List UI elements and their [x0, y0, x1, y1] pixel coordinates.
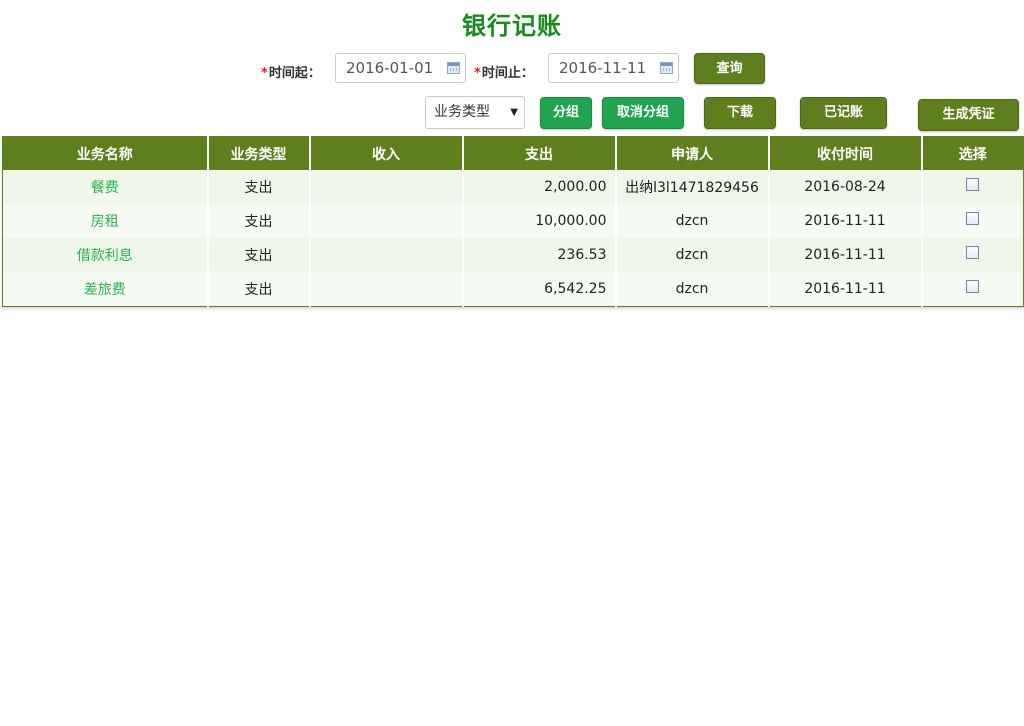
- download-button[interactable]: 下载: [704, 97, 776, 129]
- column-header-applicant: 申请人: [615, 136, 770, 170]
- applicant-cell: dzcn: [615, 272, 770, 307]
- end-date-label: *时间止：: [474, 62, 534, 81]
- start-date-label-text: 时间起：: [268, 66, 321, 81]
- generate-voucher-button[interactable]: 生成凭证: [918, 99, 1019, 131]
- date-cell: 2016-11-11: [768, 204, 923, 238]
- ledger-table: 业务名称 业务类型 收入 支出 申请人 收付时间 选择 餐费 支出 2,000.…: [2, 136, 1024, 307]
- business-type-select-value: 业务类型: [434, 104, 490, 120]
- income-cell: [309, 272, 464, 307]
- query-button[interactable]: 查询: [694, 53, 765, 84]
- business-type-select[interactable]: 业务类型 ▼: [425, 96, 525, 129]
- income-cell: [309, 204, 464, 238]
- end-date-label-text: 时间止：: [481, 66, 534, 81]
- dropdown-arrow-icon: ▼: [510, 107, 518, 118]
- expense-cell: 6,542.25: [462, 272, 617, 307]
- date-cell: 2016-08-24: [768, 170, 923, 204]
- business-type-cell: 支出: [207, 170, 311, 204]
- date-cell: 2016-11-11: [768, 238, 923, 272]
- business-name-link[interactable]: 房租: [2, 204, 209, 238]
- applicant-cell: dzcn: [615, 204, 770, 238]
- expense-cell: 2,000.00: [462, 170, 617, 204]
- table-header-row: 业务名称 业务类型 收入 支出 申请人 收付时间 选择: [2, 136, 1024, 170]
- applicant-cell: dzcn: [615, 238, 770, 272]
- expense-cell: 10,000.00: [462, 204, 617, 238]
- column-header-type: 业务类型: [207, 136, 311, 170]
- calendar-icon[interactable]: [447, 62, 460, 74]
- end-date-value: 2016-11-11: [559, 59, 647, 77]
- column-header-select: 选择: [921, 136, 1024, 170]
- business-name-link[interactable]: 差旅费: [2, 272, 209, 307]
- select-cell: [921, 204, 1024, 238]
- start-date-label: *时间起：: [261, 62, 321, 81]
- income-cell: [309, 170, 464, 204]
- expense-cell: 236.53: [462, 238, 617, 272]
- group-button[interactable]: 分组: [540, 97, 592, 129]
- required-mark: *: [261, 66, 268, 81]
- calendar-icon[interactable]: [660, 62, 673, 74]
- table-row: 房租 支出 10,000.00 dzcn 2016-11-11: [2, 204, 1024, 238]
- business-type-cell: 支出: [207, 272, 311, 307]
- row-select-checkbox[interactable]: [966, 279, 980, 293]
- date-filter-row: *时间起： 2016-01-01 *时间止： 2016-11-11 查询: [0, 53, 1024, 85]
- applicant-cell: 出纳l3l1471829456: [615, 170, 770, 204]
- row-select-checkbox[interactable]: [966, 177, 980, 191]
- column-header-name: 业务名称: [2, 136, 209, 170]
- column-header-income: 收入: [309, 136, 464, 170]
- table-row: 借款利息 支出 236.53 dzcn 2016-11-11: [2, 238, 1024, 272]
- row-select-checkbox[interactable]: [966, 211, 980, 225]
- business-type-cell: 支出: [207, 204, 311, 238]
- page-title: 银行记账: [462, 12, 562, 40]
- business-name-link[interactable]: 借款利息: [2, 238, 209, 272]
- business-name-link[interactable]: 餐费: [2, 170, 209, 204]
- ungroup-button[interactable]: 取消分组: [602, 97, 684, 129]
- date-cell: 2016-11-11: [768, 272, 923, 307]
- required-mark: *: [474, 66, 481, 81]
- row-select-checkbox[interactable]: [966, 245, 980, 259]
- table-row: 差旅费 支出 6,542.25 dzcn 2016-11-11: [2, 272, 1024, 307]
- end-date-input[interactable]: 2016-11-11: [548, 53, 679, 83]
- select-cell: [921, 272, 1024, 307]
- business-type-cell: 支出: [207, 238, 311, 272]
- column-header-date: 收付时间: [768, 136, 923, 170]
- start-date-input[interactable]: 2016-01-01: [335, 53, 466, 83]
- table-row: 餐费 支出 2,000.00 出纳l3l1471829456 2016-08-2…: [2, 170, 1024, 204]
- page: 银行记账 *时间起： 2016-01-01 *时间止： 2016-11-11 查…: [0, 0, 1024, 726]
- recorded-button[interactable]: 已记账: [800, 97, 887, 129]
- start-date-value: 2016-01-01: [346, 59, 434, 77]
- select-cell: [921, 238, 1024, 272]
- select-cell: [921, 170, 1024, 204]
- income-cell: [309, 238, 464, 272]
- column-header-expense: 支出: [462, 136, 617, 170]
